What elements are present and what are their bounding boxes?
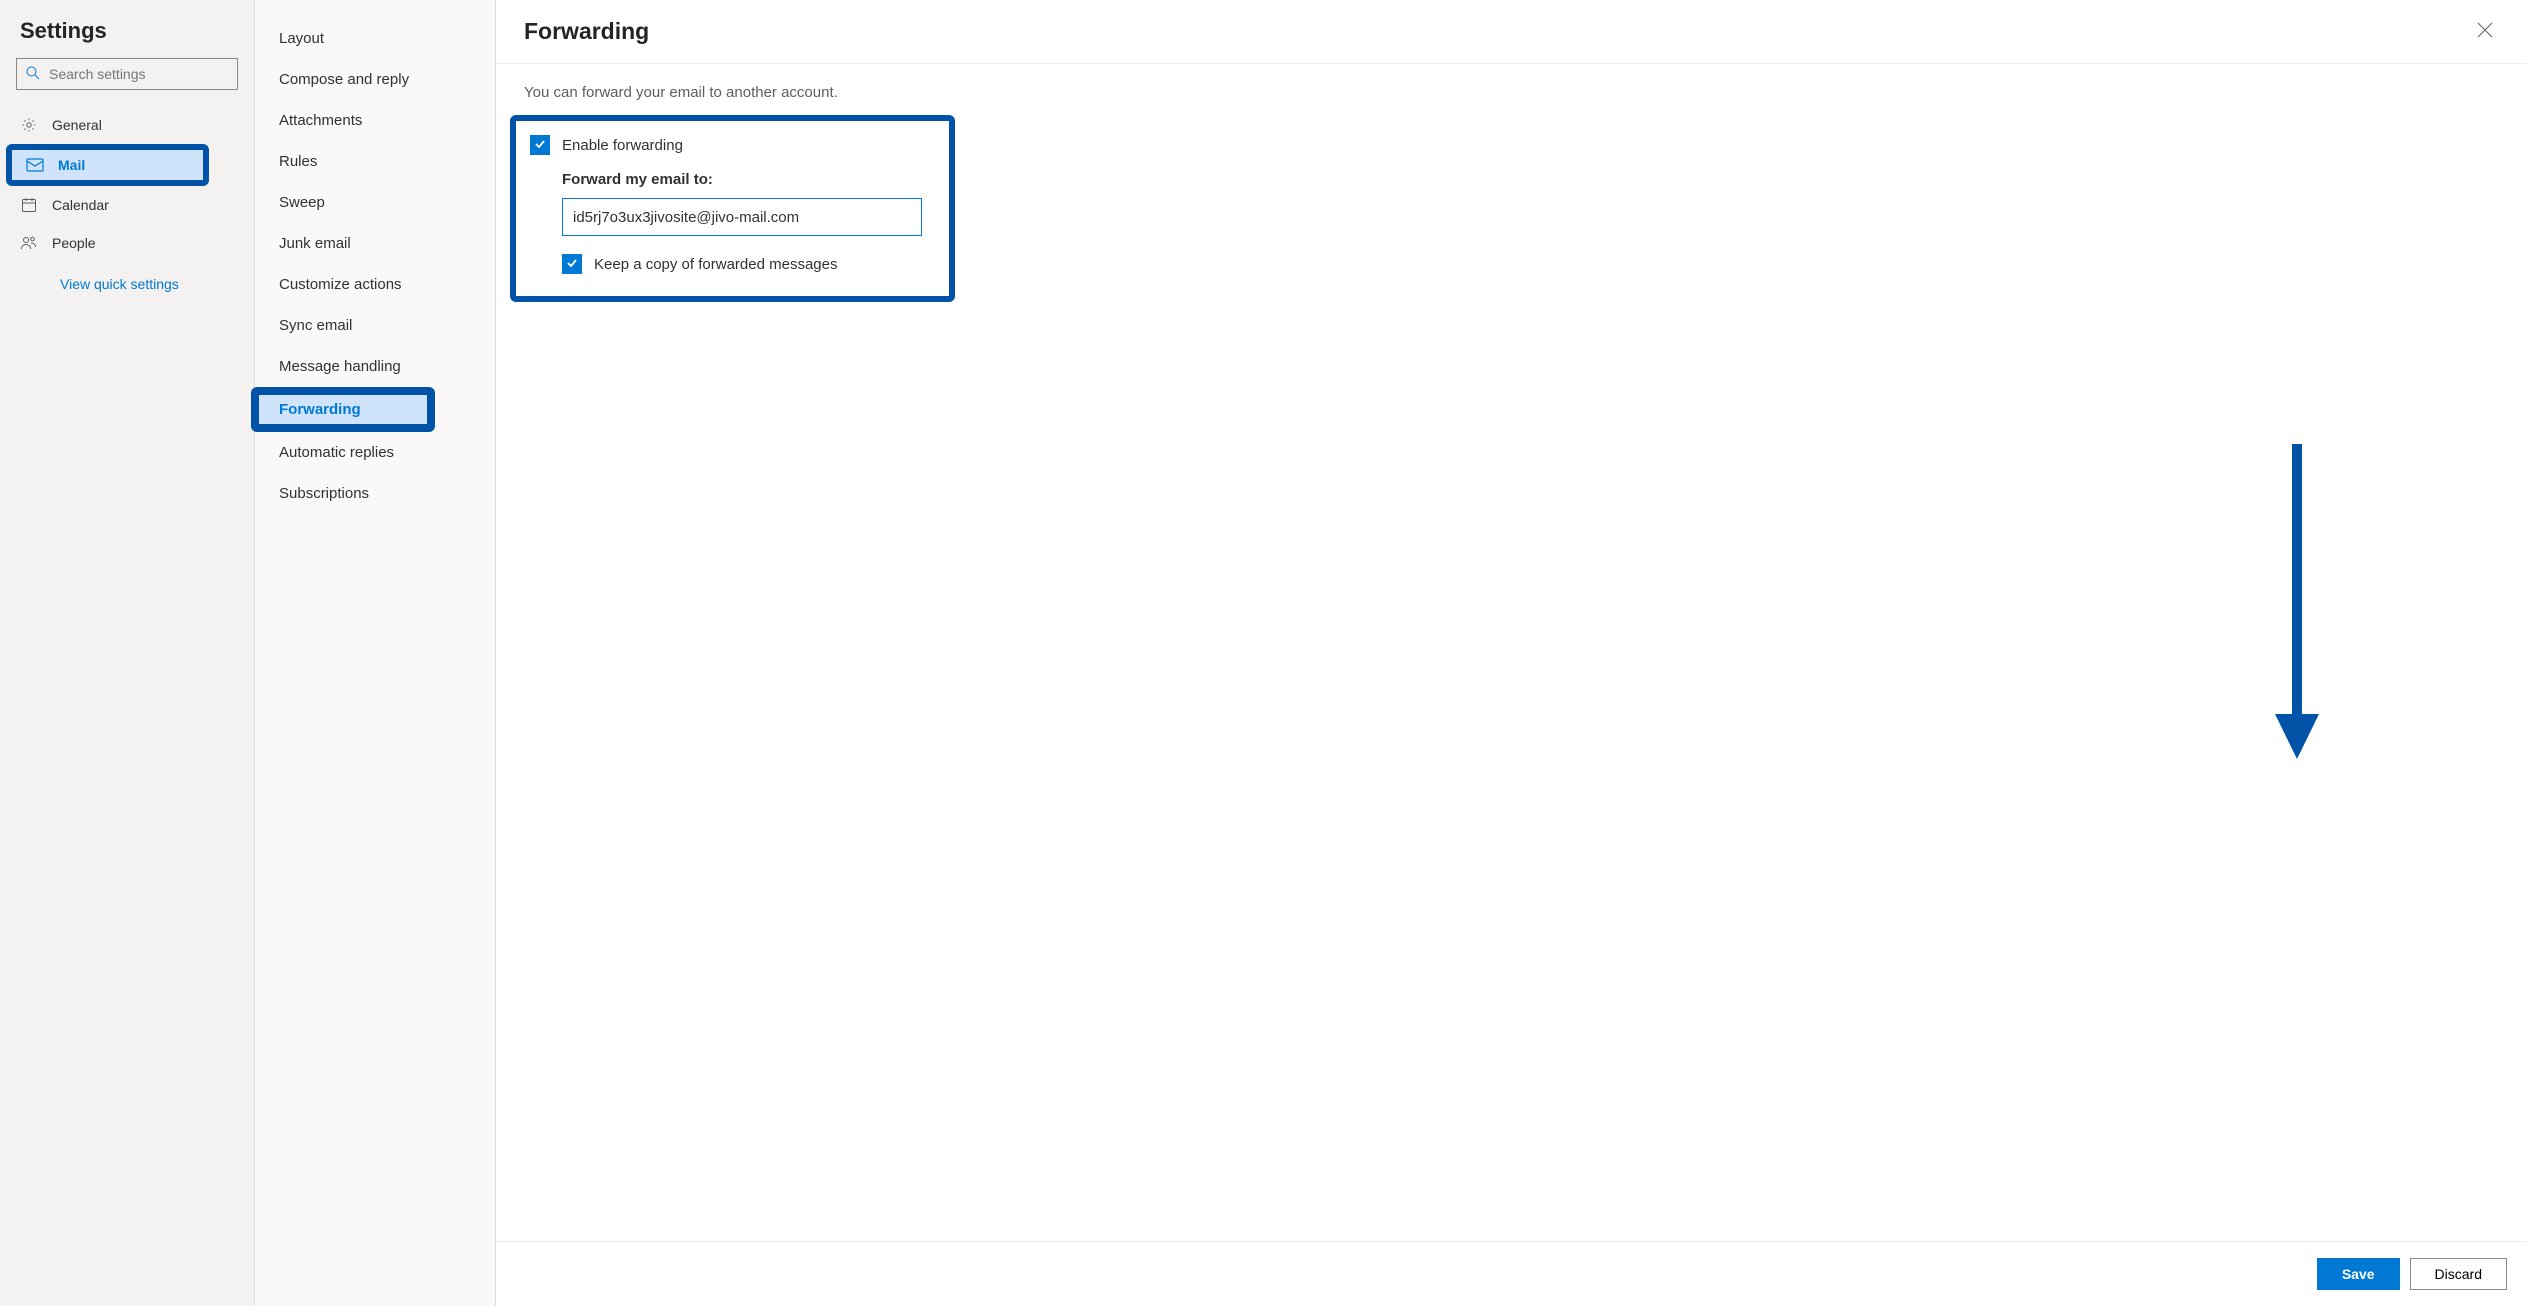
subitem-rules[interactable]: Rules [255, 141, 495, 182]
annotation-highlight-forwarding-section: Enable forwarding Forward my email to: [510, 115, 955, 302]
subitem-sweep[interactable]: Sweep [255, 182, 495, 223]
subitem-compose[interactable]: Compose and reply [255, 59, 495, 100]
page-title: Forwarding [524, 18, 649, 45]
subitem-subscriptions[interactable]: Subscriptions [255, 473, 495, 514]
keep-copy-label: Keep a copy of forwarded messages [594, 256, 837, 273]
annotation-highlight-mail: Mail [6, 144, 209, 186]
search-input[interactable] [49, 66, 229, 82]
close-icon [2477, 25, 2493, 41]
annotation-arrow [2267, 444, 2327, 767]
enable-forwarding-label: Enable forwarding [562, 137, 683, 154]
save-button[interactable]: Save [2317, 1258, 2400, 1290]
footer-actions: Save Discard [496, 1241, 2527, 1306]
annotation-highlight-forwarding: Forwarding [251, 387, 435, 432]
mail-subnav: Layout Compose and reply Attachments Rul… [255, 0, 496, 1306]
main-panel: Forwarding You can forward your email to… [496, 0, 2527, 1306]
subitem-junk[interactable]: Junk email [255, 223, 495, 264]
forward-to-input[interactable] [562, 198, 922, 236]
close-button[interactable] [2471, 16, 2499, 47]
forward-to-label: Forward my email to: [562, 171, 935, 188]
category-people[interactable]: People [0, 224, 254, 262]
people-icon [20, 234, 38, 252]
discard-button[interactable]: Discard [2410, 1258, 2507, 1290]
subitem-forwarding[interactable]: Forwarding [259, 395, 427, 424]
enable-forwarding-row: Enable forwarding [530, 135, 935, 155]
subitem-customize[interactable]: Customize actions [255, 264, 495, 305]
checkmark-icon [566, 256, 578, 273]
mail-icon [26, 156, 44, 174]
subitem-attachments[interactable]: Attachments [255, 100, 495, 141]
category-mail[interactable]: Mail [12, 150, 203, 180]
checkmark-icon [534, 137, 546, 154]
category-calendar[interactable]: Calendar [0, 186, 254, 224]
subitem-sync[interactable]: Sync email [255, 305, 495, 346]
main-body: You can forward your email to another ac… [496, 64, 2527, 1241]
category-general[interactable]: General [0, 106, 254, 144]
keep-copy-row: Keep a copy of forwarded messages [562, 254, 935, 274]
main-header: Forwarding [496, 0, 2527, 64]
gear-icon [20, 116, 38, 134]
search-icon [25, 65, 49, 84]
settings-sidebar: Settings General Mail [0, 0, 255, 1306]
keep-copy-checkbox[interactable] [562, 254, 582, 274]
enable-forwarding-checkbox[interactable] [530, 135, 550, 155]
category-label: General [52, 117, 102, 133]
subitem-layout[interactable]: Layout [255, 18, 495, 59]
calendar-icon [20, 196, 38, 214]
subitem-message-handling[interactable]: Message handling [255, 346, 495, 387]
forward-to-group: Forward my email to: Keep a copy of forw… [562, 171, 935, 274]
settings-title: Settings [0, 18, 254, 58]
view-quick-settings-link[interactable]: View quick settings [0, 262, 254, 306]
intro-text: You can forward your email to another ac… [524, 84, 2499, 101]
search-settings-box[interactable] [16, 58, 238, 90]
category-label: People [52, 235, 96, 251]
category-label: Calendar [52, 197, 109, 213]
subitem-automatic-replies[interactable]: Automatic replies [255, 432, 495, 473]
category-label: Mail [58, 157, 85, 173]
